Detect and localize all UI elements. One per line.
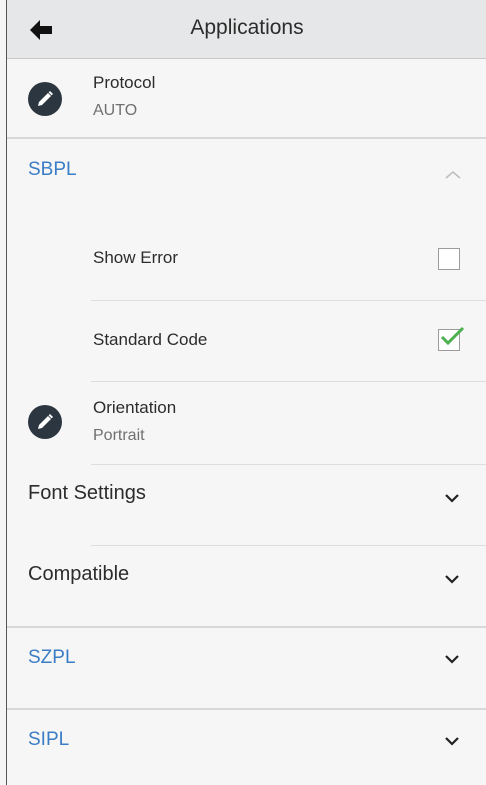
szpl-section-header[interactable]: SZPL: [7, 628, 486, 708]
pencil-icon[interactable]: [28, 82, 62, 116]
app-header: Applications: [7, 0, 486, 59]
chevron-down-icon[interactable]: [443, 652, 461, 664]
protocol-label: Protocol: [93, 73, 156, 92]
sipl-title: SIPL: [28, 729, 70, 750]
sipl-section-header[interactable]: SIPL: [7, 710, 486, 785]
standard-code-row[interactable]: Standard Code: [7, 301, 486, 381]
font-settings-row[interactable]: Font Settings: [7, 465, 486, 545]
orientation-value: Portrait: [93, 427, 145, 444]
szpl-title: SZPL: [28, 647, 76, 668]
orientation-setting[interactable]: Orientation Portrait: [7, 382, 486, 464]
chevron-down-icon[interactable]: [443, 572, 461, 584]
page-title: Applications: [190, 16, 304, 39]
chevron-down-icon[interactable]: [443, 491, 461, 503]
checkmark-icon: [440, 326, 465, 346]
app-frame: Applications Protocol AUTO SBPL Show Err…: [6, 0, 486, 785]
standard-code-checkbox[interactable]: [438, 326, 465, 351]
sbpl-section-header[interactable]: SBPL: [7, 139, 486, 205]
sbpl-title: SBPL: [28, 159, 77, 180]
compatible-row[interactable]: Compatible: [7, 546, 486, 626]
chevron-down-icon[interactable]: [443, 734, 461, 746]
pencil-icon[interactable]: [28, 405, 62, 439]
chevron-up-icon[interactable]: [444, 168, 462, 180]
protocol-setting[interactable]: Protocol AUTO: [7, 60, 486, 138]
protocol-value: AUTO: [93, 102, 138, 119]
orientation-label: Orientation: [93, 398, 177, 417]
font-settings-label: Font Settings: [28, 482, 146, 504]
show-error-checkbox[interactable]: [438, 248, 460, 270]
show-error-row[interactable]: Show Error: [7, 218, 486, 298]
standard-code-label: Standard Code: [93, 330, 208, 349]
compatible-label: Compatible: [28, 563, 130, 585]
show-error-label: Show Error: [93, 248, 179, 267]
